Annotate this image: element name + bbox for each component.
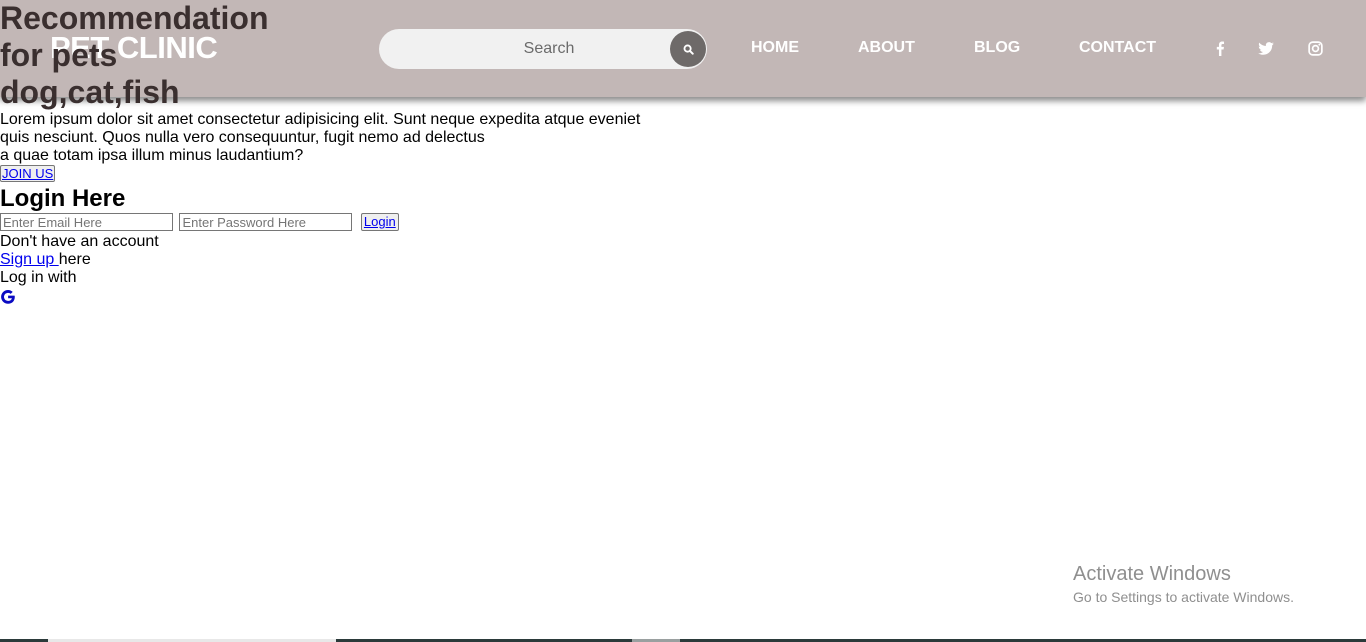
hero-text-line3: a quae totam ipsa illum minus laudantium… xyxy=(0,147,304,164)
password-field[interactable] xyxy=(179,213,353,231)
login-title: Login Here xyxy=(0,185,126,212)
email-field[interactable] xyxy=(0,213,173,231)
facebook-icon[interactable] xyxy=(1211,39,1229,57)
join-us-button[interactable]: JOIN US xyxy=(0,165,56,182)
nav-contact[interactable]: CONTACT xyxy=(1079,39,1156,57)
instagram-icon[interactable] xyxy=(1306,39,1324,57)
signup-link[interactable]: Sign up xyxy=(0,251,59,268)
no-account-text: Don't have an account xyxy=(0,233,159,250)
twitter-icon[interactable] xyxy=(1257,39,1275,57)
hero-title: Recommendation for pets dog,cat,fish xyxy=(0,0,269,110)
google-icon[interactable] xyxy=(0,289,16,305)
main-content: Recommendation for pets dog,cat,fish Lor… xyxy=(0,0,700,305)
signup-line: Sign up here xyxy=(0,251,700,269)
hero-text: Lorem ipsum dolor sit amet consectetur a… xyxy=(0,111,650,165)
login-with-text: Log in with xyxy=(0,269,77,286)
activate-windows-subtitle: Go to Settings to activate Windows. xyxy=(1073,589,1294,605)
nav-home[interactable]: HOME xyxy=(751,39,799,57)
nav-blog[interactable]: BLOG xyxy=(974,39,1020,57)
signup-suffix: here xyxy=(58,251,91,268)
hero-text-main: Lorem ipsum dolor sit amet consectetur a… xyxy=(0,111,641,146)
login-button[interactable]: Login xyxy=(360,213,399,231)
activate-windows-title: Activate Windows xyxy=(1073,563,1231,585)
login-form: Login xyxy=(0,213,700,233)
nav-about[interactable]: ABOUT xyxy=(858,39,915,57)
